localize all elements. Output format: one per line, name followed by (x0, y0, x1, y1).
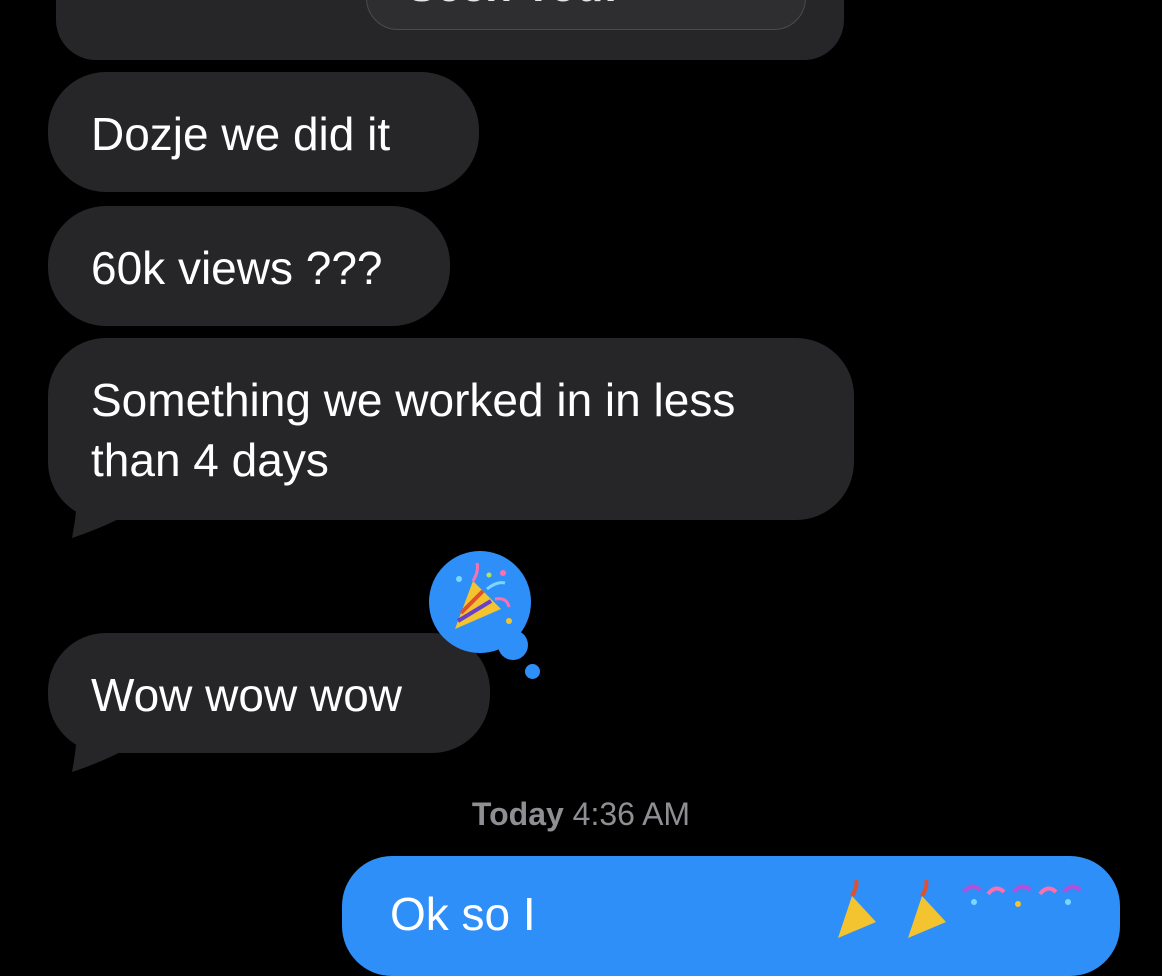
sent-message-bubble[interactable]: Ok so I (342, 856, 1120, 976)
message-text: Dozje we did it (91, 108, 391, 160)
message-text-line: Something we worked in in less (91, 374, 736, 426)
reaction-tail-dot (498, 630, 528, 660)
timestamp: Today 4:36 AM (0, 796, 1162, 832)
message-text: Wow wow wow (91, 669, 402, 721)
message-text: 60k views ??? (91, 242, 383, 294)
top-pill-bubble[interactable]: Seen You! (366, 0, 806, 30)
message-bubble[interactable]: Something we worked in in less than 4 da… (48, 338, 854, 520)
top-pill-text: Seen You! (407, 0, 618, 9)
confetti-icon (962, 884, 1082, 907)
message-text-line: than 4 days (91, 434, 329, 486)
party-popper-icon (838, 879, 876, 938)
reaction-tail-dot (525, 664, 540, 679)
bubble-tail (72, 714, 128, 772)
timestamp-time: 4:36 AM (572, 796, 691, 832)
message-bubble[interactable]: Dozje we did it (48, 72, 479, 192)
timestamp-day: Today (471, 796, 564, 832)
magnifier-icon (677, 0, 747, 12)
message-bubble[interactable]: 60k views ??? (48, 206, 450, 326)
bubble-tail (72, 480, 128, 538)
sent-message-text: Ok so I (390, 888, 536, 940)
